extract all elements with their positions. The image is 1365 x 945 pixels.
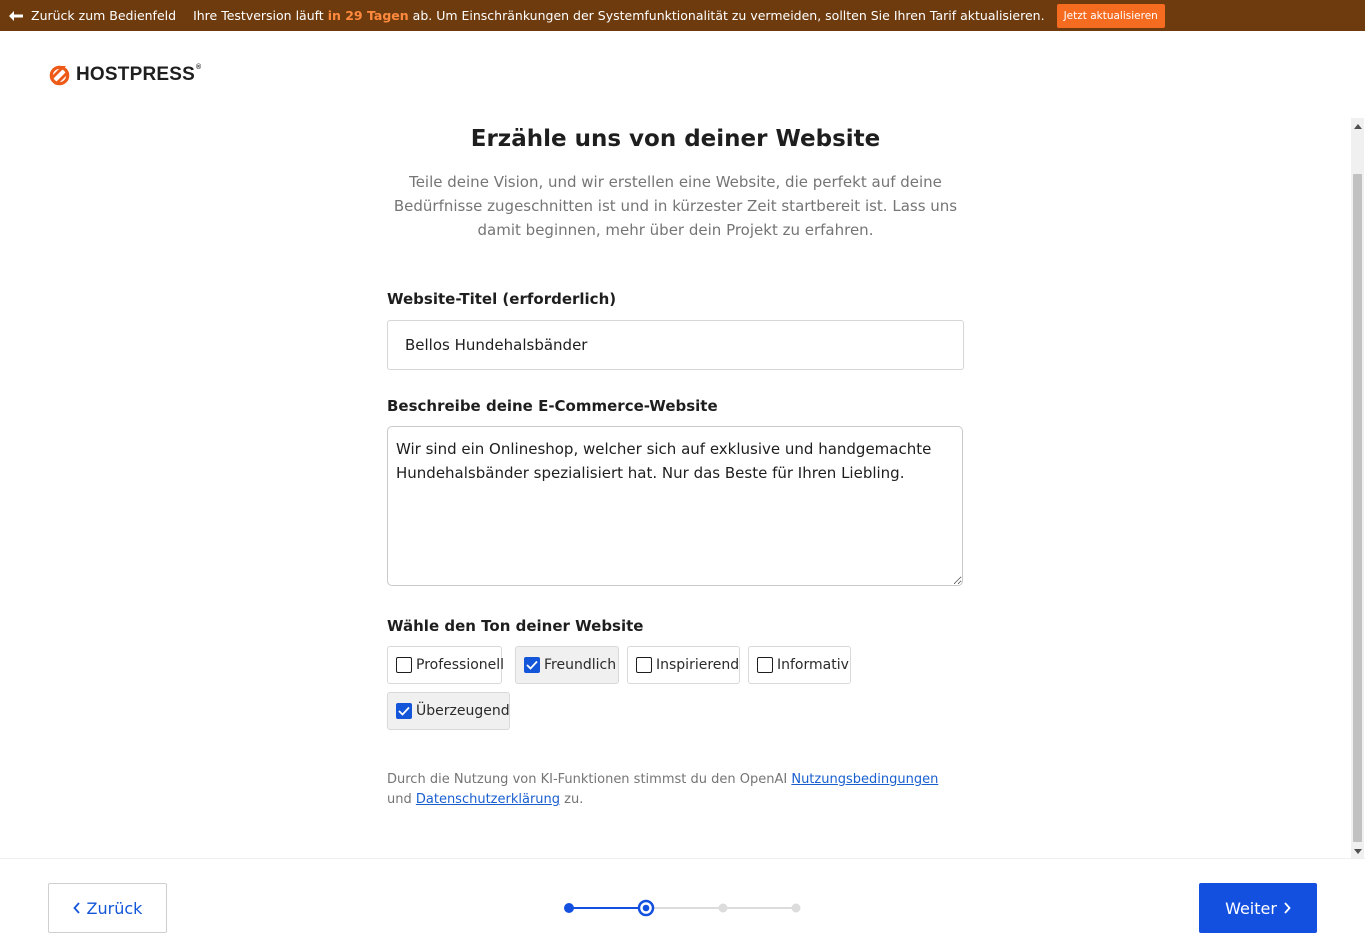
- website-tone-label: Wähle den Ton deiner Website: [387, 617, 644, 635]
- footer-divider: [0, 858, 1365, 859]
- scrollbar-thumb[interactable]: [1353, 174, 1362, 842]
- scroll-up-icon[interactable]: [1354, 124, 1362, 129]
- chevron-right-icon: [1284, 902, 1291, 914]
- legal-prefix: Durch die Nutzung von KI-Funktionen stim…: [387, 772, 788, 787]
- tone-option-label: Freundlich: [544, 657, 617, 673]
- logo-text: HOSTPRESS®: [76, 64, 201, 86]
- tone-option-label: Überzeugend: [416, 703, 510, 719]
- logo-wordmark: HOSTPRESS: [76, 64, 195, 85]
- website-title-label: Website-Titel (erforderlich): [387, 290, 617, 308]
- legal-middle: und: [387, 792, 412, 807]
- checkbox[interactable]: [524, 657, 540, 673]
- scroll-down-icon[interactable]: [1354, 849, 1362, 854]
- back-to-dashboard-link[interactable]: Zurück zum Bedienfeld: [9, 8, 176, 23]
- tone-option-label: Inspirierend: [656, 657, 740, 673]
- step-dot-upcoming: [791, 903, 801, 913]
- trial-prefix: Ihre Testversion läuft: [193, 8, 324, 23]
- website-description-label: Beschreibe deine E-Commerce-Website: [387, 397, 718, 415]
- back-to-dashboard-label: Zurück zum Bedienfeld: [31, 8, 177, 23]
- checkbox[interactable]: [396, 703, 412, 719]
- tone-option-freundlich[interactable]: Freundlich: [515, 646, 619, 684]
- ai-terms-notice: Durch die Nutzung von KI-Funktionen stim…: [387, 770, 964, 810]
- tone-option-inspirierend[interactable]: Inspirierend: [627, 646, 740, 684]
- scrollbar[interactable]: [1351, 118, 1364, 858]
- website-title-input[interactable]: [387, 320, 964, 370]
- trial-banner: Zurück zum Bedienfeld Ihre Testversion l…: [0, 0, 1365, 31]
- trial-notice: Ihre Testversion läuft in 29 Tagen ab. U…: [193, 8, 1045, 23]
- privacy-policy-link[interactable]: Datenschutzerklärung: [416, 792, 560, 807]
- page-subtitle: Teile deine Vision, und wir erstellen ei…: [393, 173, 958, 239]
- onboarding-form: Erzähle uns von deiner Website Teile dei…: [387, 118, 964, 807]
- step-dot-current-center: [642, 904, 650, 912]
- back-button-label: Zurück: [86, 898, 143, 918]
- tone-option-informativ[interactable]: Informativ: [748, 646, 851, 684]
- website-description-textarea[interactable]: Wir sind ein Onlineshop, welcher sich au…: [387, 426, 963, 586]
- checkbox[interactable]: [396, 657, 412, 673]
- next-button-label: Weiter: [1225, 898, 1277, 918]
- arrow-left-icon: [9, 10, 23, 21]
- chevron-left-icon: [72, 902, 80, 914]
- legal-suffix: zu.: [564, 792, 584, 807]
- trial-suffix: ab. Um Einschränkungen der Systemfunktio…: [412, 8, 1045, 23]
- step-dot-complete: [564, 903, 574, 913]
- tone-option-professionell[interactable]: Professionell: [387, 646, 505, 684]
- next-button[interactable]: Weiter: [1199, 883, 1317, 933]
- step-progress: [564, 899, 801, 917]
- logo-registered-mark: ®: [196, 64, 202, 71]
- hostpress-logo-icon: [49, 65, 70, 85]
- check-icon: [398, 706, 410, 716]
- hostpress-logo: HOSTPRESS®: [49, 64, 201, 86]
- back-button[interactable]: Zurück: [48, 883, 167, 933]
- trial-days: in 29 Tagen: [327, 8, 409, 23]
- terms-of-use-link[interactable]: Nutzungsbedingungen: [791, 772, 938, 787]
- tone-option-label: Professionell: [416, 657, 505, 673]
- page-title: Erzähle uns von deiner Website: [470, 126, 881, 152]
- tone-option-label: Informativ: [777, 657, 849, 673]
- checkbox[interactable]: [757, 657, 773, 673]
- tone-option-ueberzeugend[interactable]: Überzeugend: [387, 692, 510, 730]
- upgrade-button[interactable]: Jetzt aktualisieren: [1056, 3, 1165, 28]
- step-dot-upcoming: [718, 903, 728, 913]
- checkbox[interactable]: [636, 657, 652, 673]
- check-icon: [526, 660, 538, 670]
